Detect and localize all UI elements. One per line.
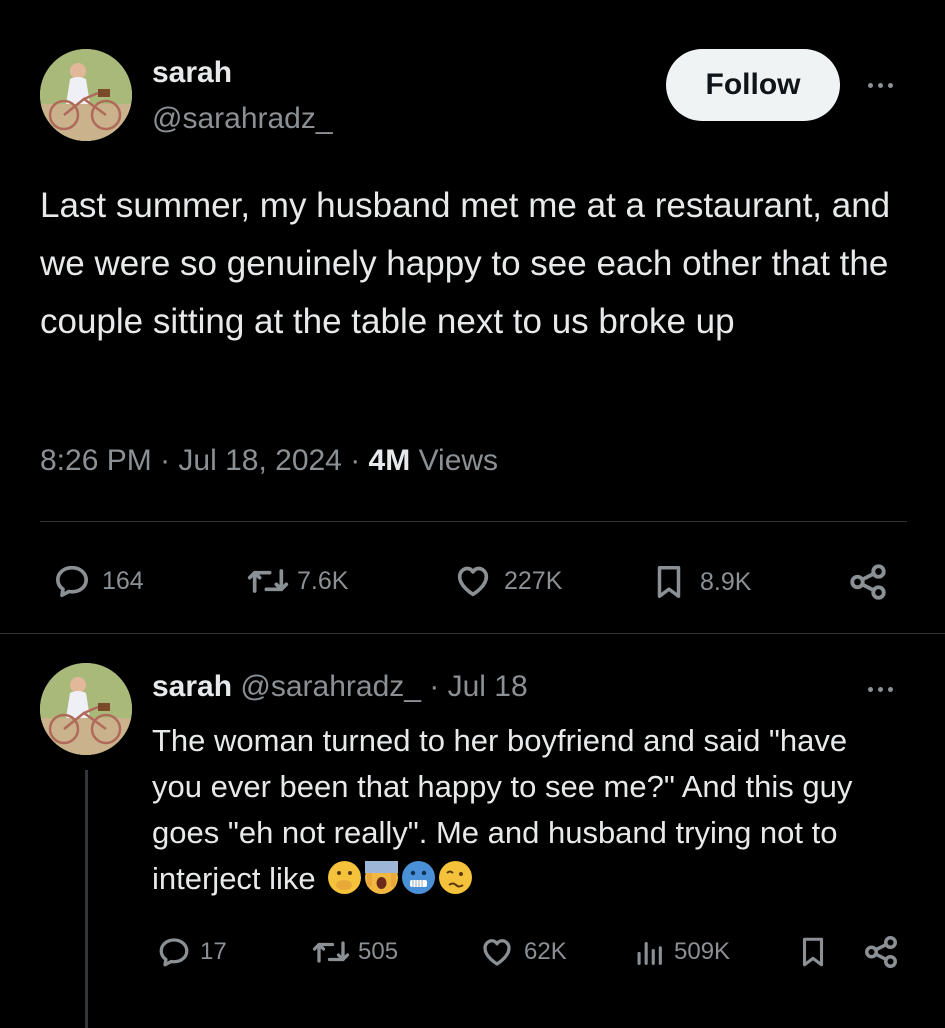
reply-count: 164 xyxy=(102,566,144,595)
share-icon xyxy=(865,936,897,968)
views-icon xyxy=(637,941,662,965)
reply-author-handle[interactable]: @sarahradz_ xyxy=(240,670,421,703)
reply-icon xyxy=(56,565,88,597)
author-name[interactable]: sarah xyxy=(152,56,232,90)
reply-like-count: 62K xyxy=(524,938,567,965)
bookmark-icon xyxy=(802,937,824,967)
views-count: 4M xyxy=(368,444,411,477)
avatar[interactable] xyxy=(40,49,132,141)
face-with-hand-over-mouth-icon xyxy=(328,861,362,894)
follow-button[interactable]: Follow xyxy=(666,49,840,121)
repost-icon xyxy=(312,941,350,963)
bookmark-count: 8.9K xyxy=(700,567,752,596)
cold-face-icon xyxy=(402,861,436,894)
author-handle[interactable]: @sarahradz_ xyxy=(152,102,333,136)
bookmark-icon xyxy=(657,566,681,598)
reply-like-button[interactable]: 62K xyxy=(478,934,567,970)
bookmark-button[interactable]: 8.9K xyxy=(650,561,751,603)
reply-bookmark-button[interactable] xyxy=(796,933,830,971)
reply-reply-button[interactable]: 17 xyxy=(156,934,227,970)
avatar-photo xyxy=(40,663,132,755)
tweet-text: Last summer, my husband met me at a rest… xyxy=(40,186,891,341)
reply-text-block: The woman turned to her boyfriend and sa… xyxy=(152,718,892,902)
divider xyxy=(40,521,907,522)
tweet-date[interactable]: Jul 18, 2024 xyxy=(178,444,341,477)
reply-avatar[interactable] xyxy=(40,663,132,755)
reply-author-name[interactable]: sarah xyxy=(152,670,232,703)
reply-share-button[interactable] xyxy=(862,933,900,971)
heart-icon xyxy=(457,566,489,597)
reply-repost-count: 505 xyxy=(358,938,399,965)
reply-icon xyxy=(159,938,189,967)
heart-icon xyxy=(483,939,511,966)
share-icon xyxy=(850,564,886,600)
face-screaming-in-fear-icon xyxy=(365,861,399,894)
reply-views-count: 509K xyxy=(674,938,731,965)
reply-repost-button[interactable]: 505 xyxy=(310,934,398,970)
share-button[interactable] xyxy=(847,561,889,603)
tweet-time[interactable]: 8:26 PM xyxy=(40,444,152,477)
reply-reply-count: 17 xyxy=(200,938,227,965)
tweet-meta: 8:26 PM · Jul 18, 2024 · 4M Views xyxy=(40,444,499,477)
avatar-photo xyxy=(40,49,132,141)
reply-button[interactable]: 164 xyxy=(52,561,144,601)
reply-views-button[interactable]: 509K xyxy=(632,934,730,970)
more-options-icon[interactable] xyxy=(868,83,893,88)
reply-date[interactable]: Jul 18 xyxy=(448,670,528,703)
reply-more-options-icon[interactable] xyxy=(868,687,893,692)
woozy-face-icon xyxy=(439,861,473,894)
repost-icon xyxy=(247,569,289,593)
like-button[interactable]: 227K xyxy=(452,561,562,601)
thread-line xyxy=(85,770,88,1028)
views-label: Views xyxy=(418,444,499,477)
reply-header: sarah @sarahradz_ · Jul 18 xyxy=(152,670,528,703)
reply-text: The woman turned to her boyfriend and sa… xyxy=(152,723,853,896)
repost-count: 7.6K xyxy=(297,566,349,595)
repost-button[interactable]: 7.6K xyxy=(245,561,348,601)
divider xyxy=(0,633,945,634)
like-count: 227K xyxy=(504,566,563,595)
